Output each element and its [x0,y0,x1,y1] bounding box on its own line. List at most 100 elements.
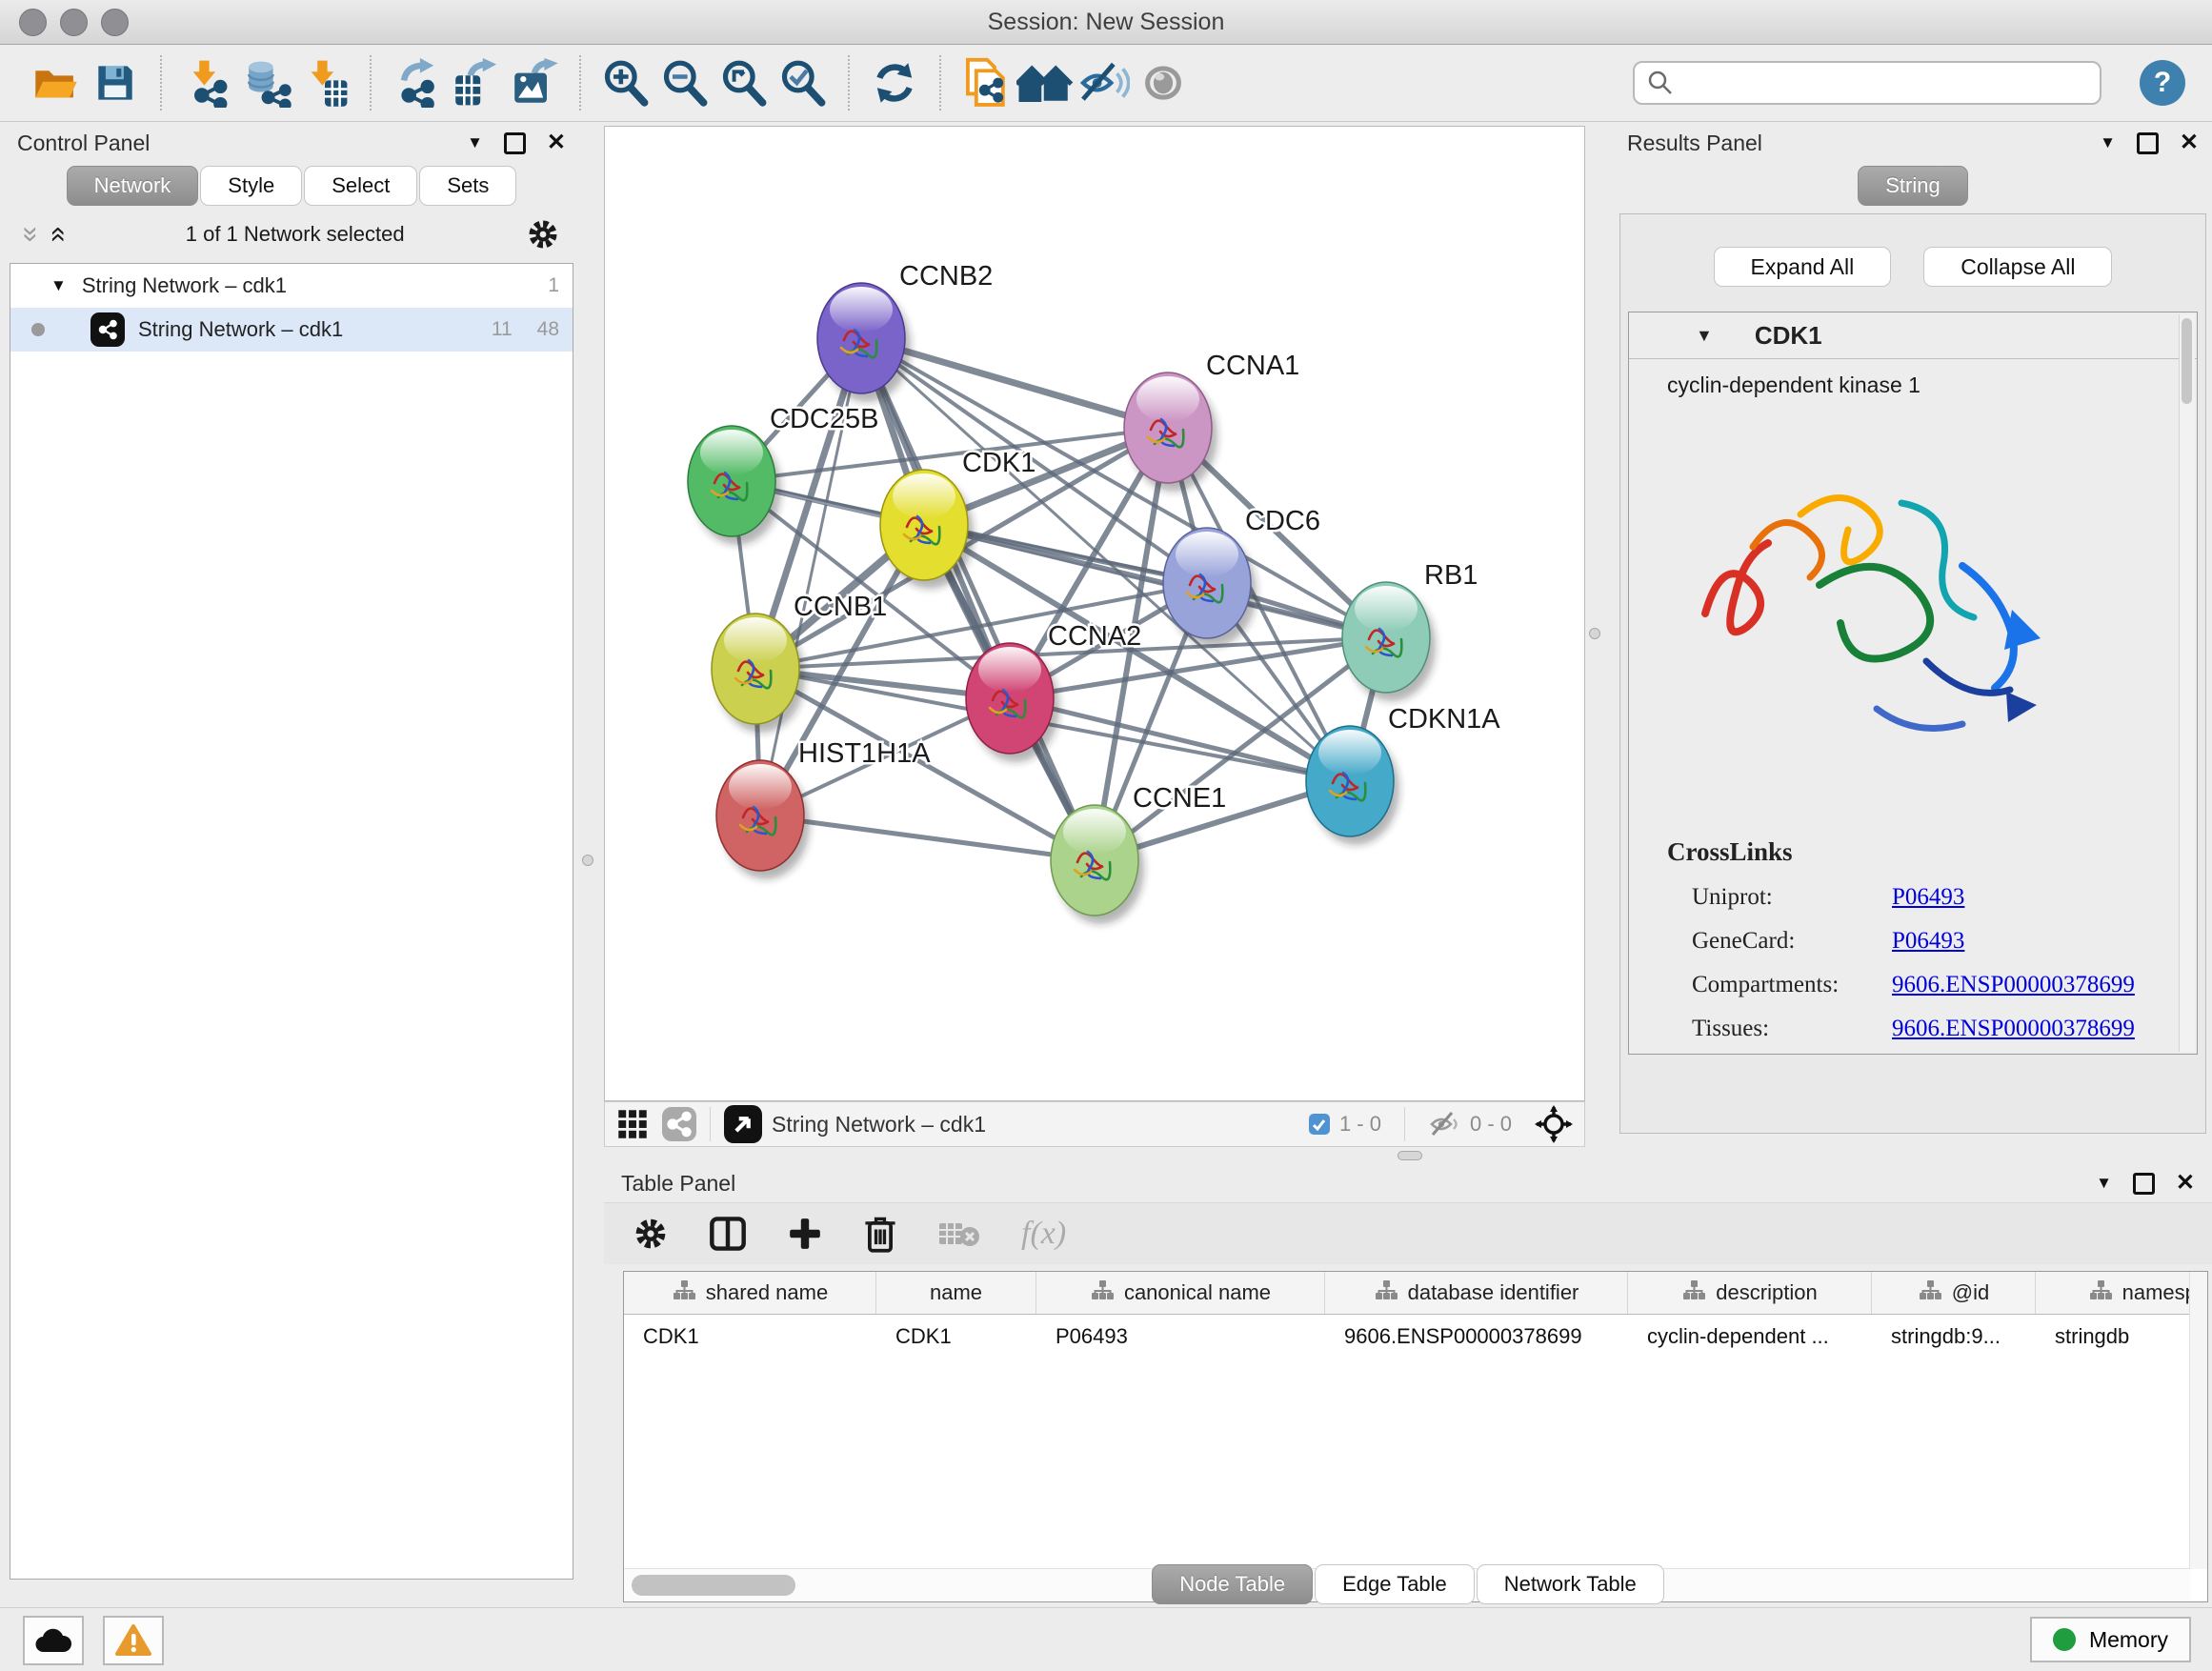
table-options-gear-icon[interactable] [633,1216,669,1252]
import-table-button[interactable] [295,53,354,112]
refresh-layout-button[interactable] [865,53,924,112]
eye-icon [1138,60,1188,106]
network-edge[interactable] [760,815,1095,860]
left-splitter-handle[interactable] [582,855,593,866]
delete-column-trash-icon[interactable] [863,1215,897,1253]
network-row[interactable]: String Network – cdk1 11 48 [10,308,573,352]
column-header-shared-name[interactable]: shared name [624,1272,876,1314]
selected-nodes-checkbox[interactable] [1309,1114,1330,1135]
search-input[interactable] [1675,70,2088,96]
zoom-in-button[interactable] [596,53,655,112]
network-node-CDC6[interactable] [1163,528,1257,647]
crosslink-link[interactable]: 9606.ENSP00000378699 [1892,1016,2135,1042]
entry-expander-icon[interactable]: ▼ [1696,326,1713,346]
column-header-name[interactable]: name [876,1272,1036,1314]
hide-selected-button[interactable] [1075,53,1134,112]
table-cell[interactable]: stringdb:9... [1872,1315,2036,1359]
tab-edge-table[interactable]: Edge Table [1315,1564,1475,1604]
create-column-plus-icon[interactable] [787,1216,823,1252]
hidden-elements-eye-slash-icon[interactable] [1428,1110,1460,1138]
save-session-button[interactable] [86,53,145,112]
export-image-icon [510,58,559,108]
search-box[interactable] [1633,61,2101,105]
tab-network-table[interactable]: Network Table [1477,1564,1664,1604]
bottom-splitter-handle[interactable] [1398,1151,1422,1160]
crosslink-link[interactable]: 9606.ENSP00000378699 [1892,972,2135,998]
panel-menu-icon[interactable]: ▼ [467,133,483,152]
network-view-share-icon[interactable] [662,1107,696,1141]
network-node-RB1[interactable] [1342,582,1436,701]
table-cell[interactable]: CDK1 [624,1315,876,1359]
table-vertical-scrollbar[interactable] [2189,1272,2207,1569]
panel-menu-icon[interactable]: ▼ [2096,1174,2112,1193]
export-network-button[interactable] [387,53,446,112]
panel-close-icon[interactable]: ✕ [547,131,566,154]
network-node-CDK1[interactable] [880,470,974,589]
panel-float-icon[interactable] [504,132,526,154]
crosslink-link[interactable]: P06493 [1892,884,1964,911]
tab-network[interactable]: Network [67,166,199,206]
network-node-CCNB1[interactable] [712,614,805,733]
export-table-button[interactable] [446,53,505,112]
network-node-CCNA2[interactable] [966,643,1059,762]
birdseye-view-icon[interactable] [724,1105,762,1143]
tab-sets[interactable]: Sets [419,166,516,206]
column-header-canonical-name[interactable]: canonical name [1036,1272,1325,1314]
show-all-button[interactable] [1134,53,1193,112]
collapse-all-button[interactable]: Collapse All [1923,247,2112,287]
panel-float-icon[interactable] [2137,132,2159,154]
panel-float-icon[interactable] [2133,1173,2155,1195]
panel-menu-icon[interactable]: ▼ [2100,133,2116,152]
zoom-out-button[interactable] [655,53,714,112]
network-collection-row[interactable]: ▼ String Network – cdk1 1 [10,264,573,308]
clone-network-button[interactable] [956,53,1016,112]
column-header-description[interactable]: description [1628,1272,1872,1314]
show-columns-icon[interactable] [709,1215,747,1253]
network-node-CCNE1[interactable] [1051,805,1144,924]
fit-selection-crosshair-icon[interactable] [1535,1105,1573,1143]
tab-select[interactable]: Select [304,166,417,206]
export-image-button[interactable] [505,53,564,112]
panel-close-icon[interactable]: ✕ [2180,131,2199,154]
delete-table-icon[interactable] [937,1218,981,1250]
network-node-HIST1H1A[interactable] [716,760,810,879]
network-node-CCNB2[interactable] [817,283,911,402]
crosslink-link[interactable]: P06493 [1892,928,1964,955]
column-header-namespace[interactable]: namespace [2036,1272,2208,1314]
tab-style[interactable]: Style [200,166,302,206]
grid-view-icon[interactable] [616,1108,649,1140]
table-cell[interactable]: stringdb [2036,1315,2208,1359]
table-cell[interactable]: CDK1 [876,1315,1036,1359]
column-header--id[interactable]: @id [1872,1272,2036,1314]
results-panel-title: Results Panel [1627,131,1762,156]
table-row[interactable]: CDK1CDK1P064939606.ENSP00000378699cyclin… [624,1315,2207,1359]
tab-string[interactable]: String [1858,166,1967,206]
memory-button[interactable]: Memory [2030,1617,2191,1662]
import-network-button[interactable] [177,53,236,112]
help-button[interactable]: ? [2140,60,2185,106]
cloud-status-button[interactable] [23,1616,84,1665]
zoom-selected-button[interactable] [774,53,833,112]
network-edge[interactable] [861,338,1095,860]
table-cell[interactable]: cyclin-dependent ... [1628,1315,1872,1359]
network-edge[interactable] [924,525,1386,637]
network-options-gear-icon[interactable] [526,217,560,252]
import-network-from-database-button[interactable] [236,53,295,112]
right-splitter-handle[interactable] [1589,628,1600,639]
network-node-CDKN1A[interactable] [1306,726,1399,845]
warnings-button[interactable] [103,1616,164,1665]
expand-all-button[interactable]: Expand All [1714,247,1892,287]
network-view-canvas[interactable]: CCNB2CCNA1CDC25BCDK1CDC6RB1CCNB1CCNA2CDK… [604,126,1585,1101]
panel-close-icon[interactable]: ✕ [2176,1172,2195,1195]
first-neighbors-button[interactable] [1016,53,1075,112]
open-session-button[interactable] [27,53,86,112]
zoom-fit-button[interactable] [714,53,774,112]
table-cell[interactable]: 9606.ENSP00000378699 [1325,1315,1628,1359]
results-scrollbar[interactable] [2179,314,2195,1052]
collection-expander-icon[interactable]: ▼ [50,276,67,295]
entry-header[interactable]: ▼ CDK1 [1629,312,2197,359]
column-header-database-identifier[interactable]: database identifier [1325,1272,1628,1314]
tab-node-table[interactable]: Node Table [1152,1564,1313,1604]
table-cell[interactable]: P06493 [1036,1315,1325,1359]
expand-all-networks-icon[interactable]: » [42,227,70,243]
